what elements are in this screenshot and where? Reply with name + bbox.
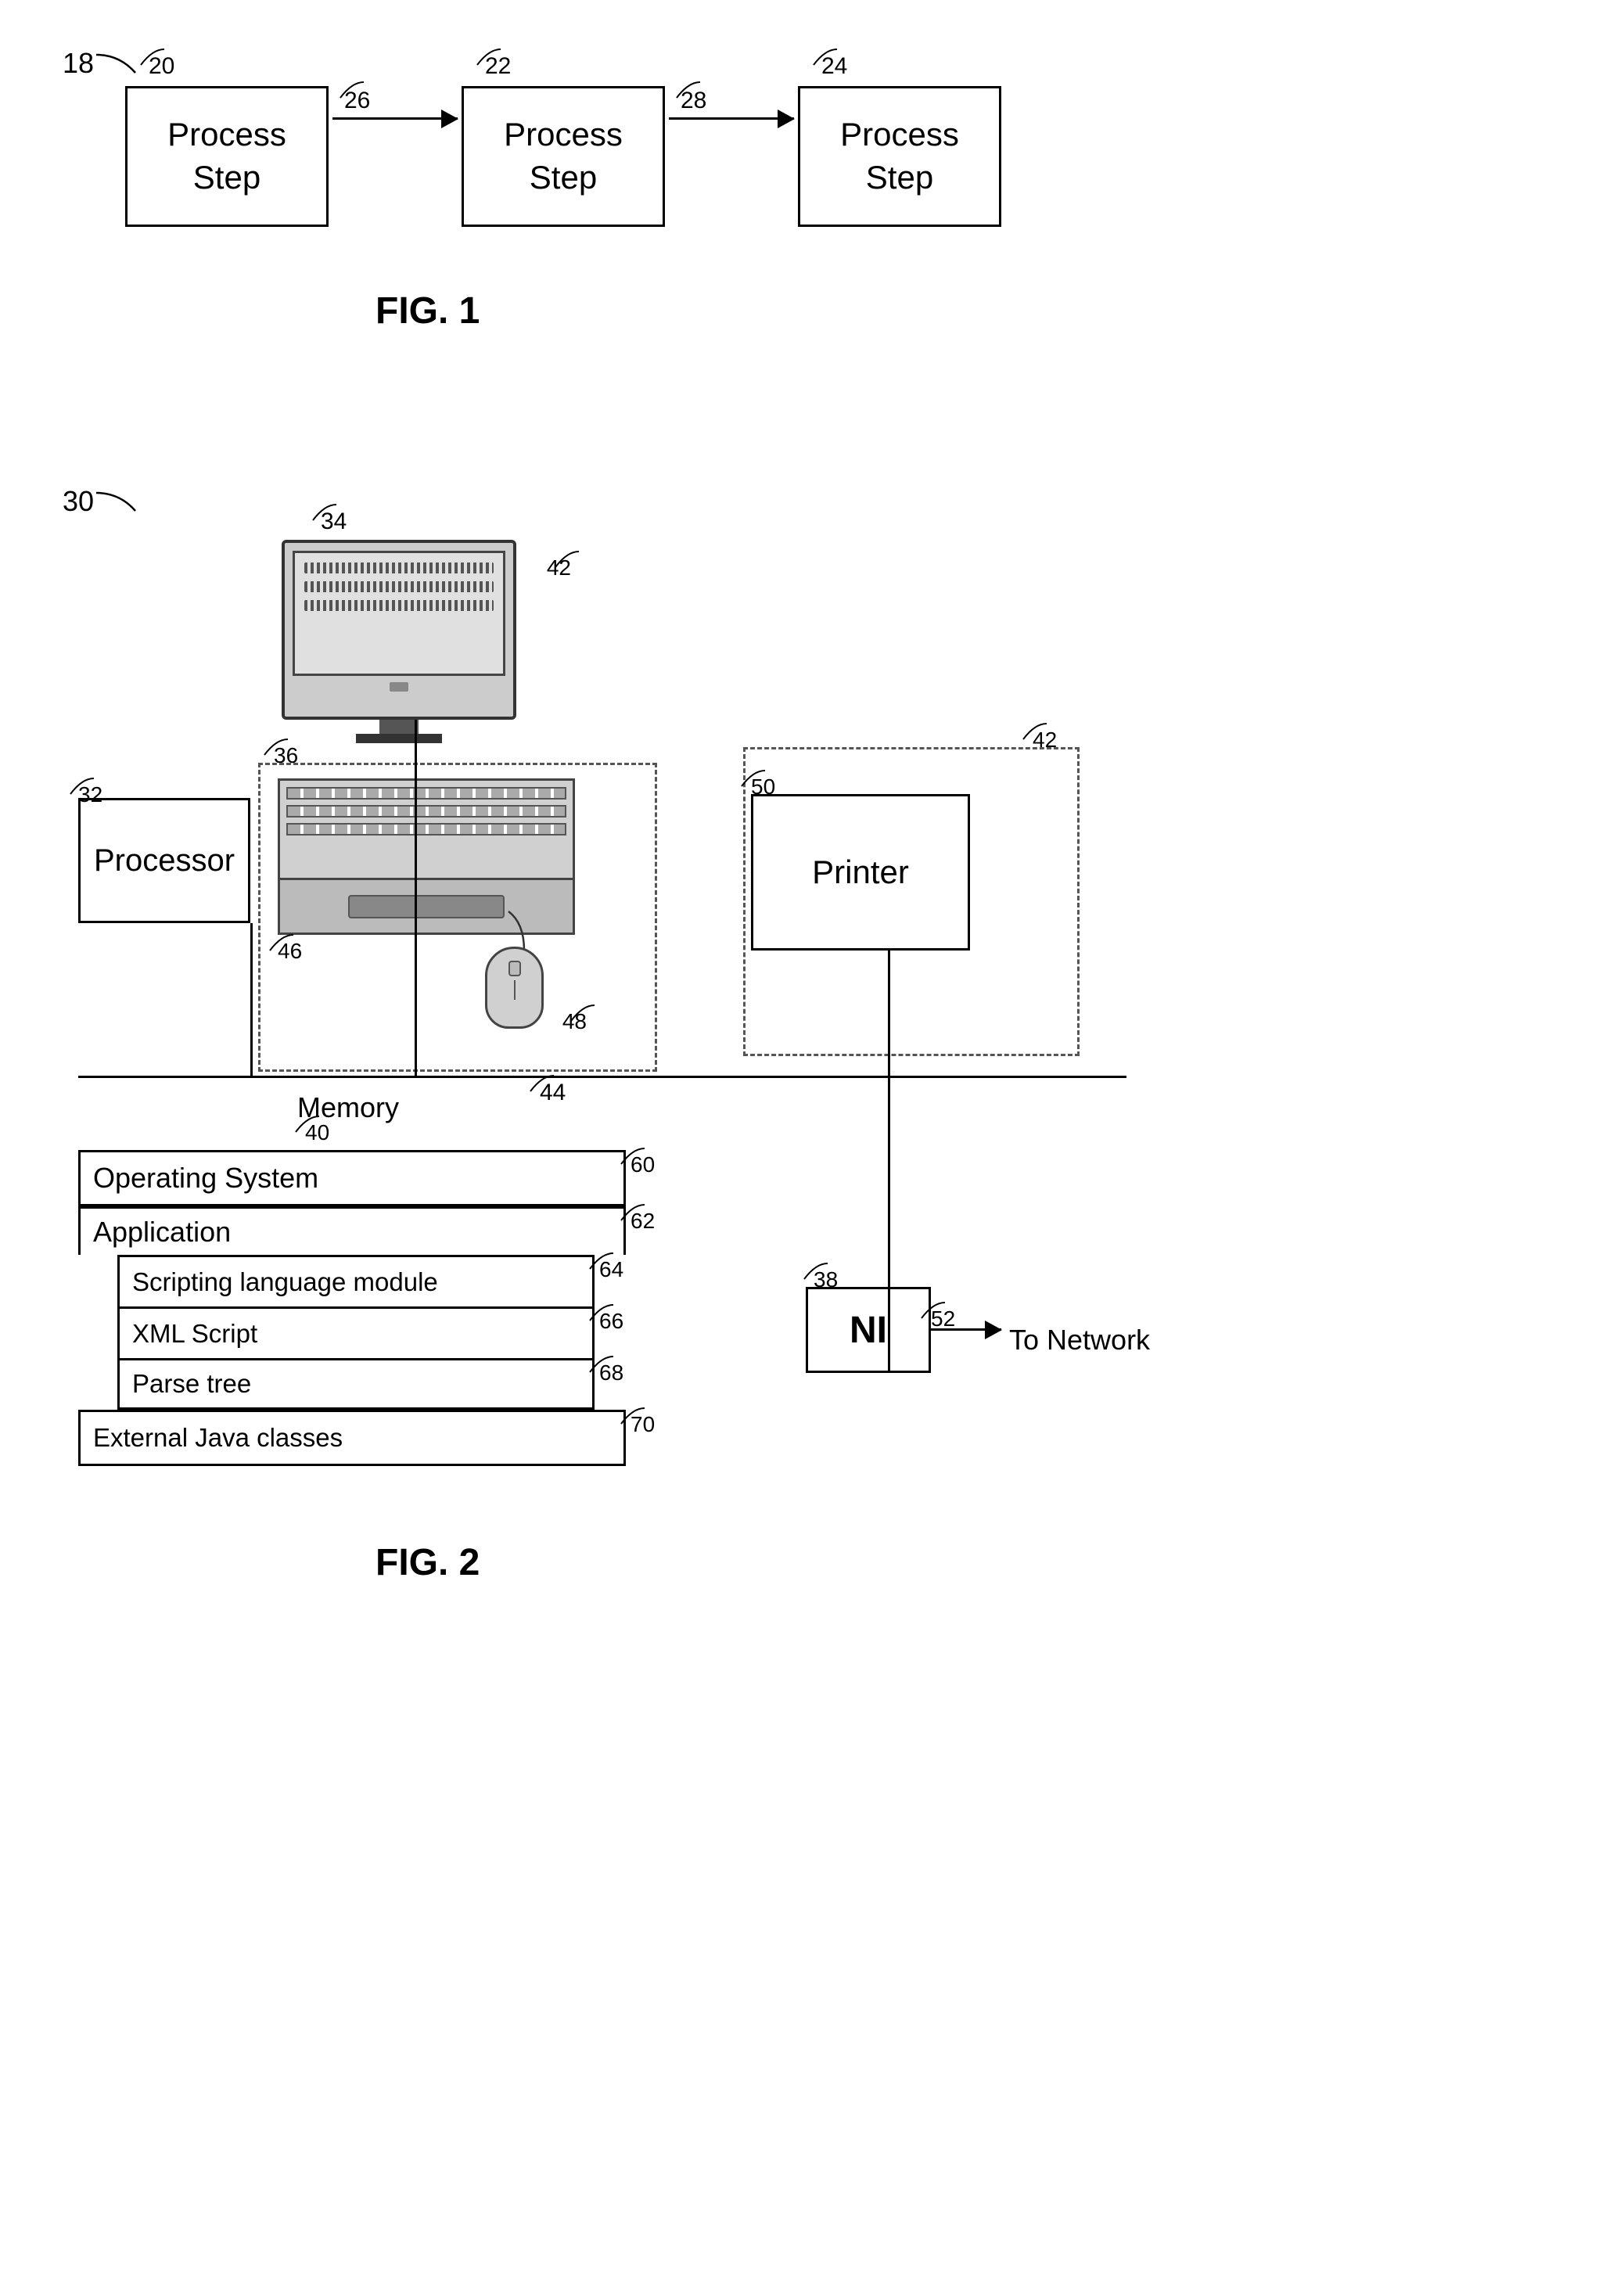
external-bracket-70 xyxy=(613,1404,652,1428)
printer-bracket-50 xyxy=(734,767,773,790)
vert-line-processor xyxy=(250,923,253,1076)
monitor-bracket-34 xyxy=(305,501,344,524)
fig1-bracket-20 xyxy=(133,45,172,69)
processor-bracket xyxy=(63,774,102,798)
fig1-box24-wrapper: 24 ProcessStep xyxy=(798,86,1001,227)
fig1-caption: FIG. 1 xyxy=(375,289,480,332)
fig1-bracket-22 xyxy=(469,45,508,69)
monitor-base xyxy=(356,734,442,743)
arrow-26: 26 xyxy=(332,117,458,120)
keyboard-spacebar xyxy=(348,895,505,918)
vert-line-printer xyxy=(888,951,890,1076)
monitor-wave-3 xyxy=(304,600,494,611)
keyboard-row-2 xyxy=(286,805,566,818)
parse-bracket-68 xyxy=(582,1353,621,1376)
fig1-box20-wrapper: 20 ProcessStep xyxy=(125,86,329,227)
fig2-ref-30: 30 xyxy=(63,485,94,518)
keyboard-row-3 xyxy=(286,823,566,836)
fig1-bracket-24 xyxy=(806,45,845,69)
monitor-button xyxy=(390,682,408,692)
to-network-text: To Network xyxy=(1009,1324,1150,1357)
arrow-28: 28 xyxy=(669,117,794,120)
fig1-ref-18: 18 xyxy=(63,47,94,80)
mouse-body xyxy=(485,947,544,1029)
memory-app-box: Application xyxy=(78,1206,626,1255)
vert-line-keyboard-up xyxy=(415,720,417,1076)
monitor-wrapper: 34 42 xyxy=(282,540,516,743)
processor-box: Processor xyxy=(78,798,250,923)
memory-os-box: Operating System xyxy=(78,1150,626,1206)
monitor-wave-1 xyxy=(304,562,494,573)
monitor-screen xyxy=(293,551,505,676)
memory-xml-box: XML Script xyxy=(117,1306,595,1358)
ni-bracket-52 xyxy=(914,1299,953,1322)
bus-bracket-44 xyxy=(523,1072,562,1095)
bus-line-44 xyxy=(78,1076,1126,1078)
monitor-stand xyxy=(379,720,419,734)
printer-bracket-42 xyxy=(1015,720,1055,743)
fig1-bracket-26 xyxy=(332,78,372,102)
fig2-arrow-30-svg xyxy=(92,489,147,516)
memory-bracket-40 xyxy=(288,1112,327,1136)
monitor-wave-2 xyxy=(304,581,494,592)
ni-box: NI xyxy=(806,1287,931,1373)
ni-bracket-38 xyxy=(796,1260,835,1283)
fig1-box22-wrapper: 22 ProcessStep xyxy=(462,86,665,227)
monitor-bracket-42 xyxy=(548,548,587,571)
mouse-divider xyxy=(514,980,516,1000)
printer-box: Printer xyxy=(751,794,970,951)
fig1-bracket-28 xyxy=(669,78,708,102)
monitor-outer xyxy=(282,540,516,720)
process-box-24: ProcessStep xyxy=(798,86,1001,227)
mouse-scroll xyxy=(508,961,521,976)
keyboard-row-1 xyxy=(286,787,566,800)
process-box-20: ProcessStep xyxy=(125,86,329,227)
os-bracket-60 xyxy=(613,1145,652,1168)
mouse-wrapper: 48 xyxy=(485,947,544,1029)
keyboard-group-bracket xyxy=(257,735,296,759)
scripting-bracket-64 xyxy=(582,1249,621,1273)
memory-scripting-box: Scripting language module xyxy=(117,1255,595,1306)
mouse-bracket-48 xyxy=(563,1001,602,1025)
fig2-caption: FIG. 2 xyxy=(375,1541,480,1584)
app-bracket-62 xyxy=(613,1201,652,1224)
process-box-22: ProcessStep xyxy=(462,86,665,227)
memory-external-box: External Java classes xyxy=(78,1410,626,1466)
keyboard-screen xyxy=(278,778,575,880)
ni-arrowhead xyxy=(985,1321,1002,1339)
xml-bracket-66 xyxy=(582,1301,621,1324)
keyboard-bracket-46 xyxy=(262,931,301,954)
memory-parse-box: Parse tree xyxy=(117,1358,595,1410)
